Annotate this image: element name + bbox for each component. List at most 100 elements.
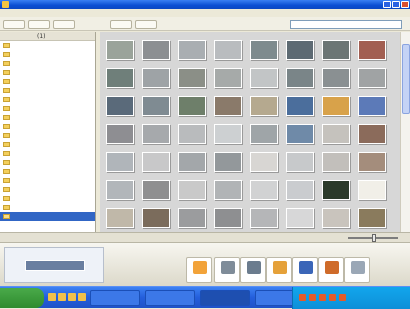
photo-thumbnail[interactable] <box>358 96 386 116</box>
scrollbar-thumb[interactable] <box>402 44 410 114</box>
photo-thumbnail[interactable] <box>106 40 134 60</box>
menu-item[interactable] <box>163 10 185 16</box>
vertical-scrollbar[interactable] <box>400 32 410 232</box>
tray-button[interactable] <box>318 257 344 283</box>
photo-thumbnail[interactable] <box>106 152 134 172</box>
photo-thumbnail[interactable] <box>286 40 314 60</box>
minimize-button[interactable] <box>383 1 391 8</box>
toolbar-button[interactable] <box>135 20 157 29</box>
folder-item[interactable] <box>0 86 95 95</box>
photo-thumbnail[interactable] <box>250 208 278 228</box>
photo-thumbnail[interactable] <box>178 68 206 88</box>
toolbar-button[interactable] <box>53 20 75 29</box>
tray-icon[interactable] <box>329 294 336 301</box>
tray-button[interactable] <box>240 257 266 283</box>
photo-thumbnail[interactable] <box>286 96 314 116</box>
folder-item[interactable] <box>0 185 95 194</box>
folder-item[interactable] <box>0 59 95 68</box>
photo-thumbnail[interactable] <box>286 180 314 200</box>
tray-icon[interactable] <box>319 294 326 301</box>
photo-thumbnail[interactable] <box>286 208 314 228</box>
close-button[interactable] <box>401 1 409 8</box>
folder-item[interactable] <box>0 50 95 59</box>
folder-item[interactable] <box>0 122 95 131</box>
quicklaunch-icon[interactable] <box>78 293 86 301</box>
quicklaunch-icon[interactable] <box>68 293 76 301</box>
photo-thumbnail[interactable] <box>178 180 206 200</box>
photo-thumbnail[interactable] <box>214 152 242 172</box>
menu-item[interactable] <box>35 10 57 16</box>
menu-item[interactable] <box>195 10 217 16</box>
photo-thumbnail[interactable] <box>322 124 350 144</box>
maximize-button[interactable] <box>392 1 400 8</box>
photo-thumbnail[interactable] <box>250 96 278 116</box>
folder-item[interactable] <box>0 77 95 86</box>
photo-thumbnail[interactable] <box>142 152 170 172</box>
photo-thumbnail[interactable] <box>250 68 278 88</box>
photo-thumbnail[interactable] <box>214 180 242 200</box>
photo-thumbnail[interactable] <box>214 208 242 228</box>
folder-item[interactable] <box>0 167 95 176</box>
photo-thumbnail[interactable] <box>358 208 386 228</box>
folder-item[interactable] <box>0 113 95 122</box>
folder-item[interactable] <box>0 41 95 50</box>
photo-thumbnail[interactable] <box>322 152 350 172</box>
photo-thumbnail[interactable] <box>106 208 134 228</box>
menu-item[interactable] <box>3 10 25 16</box>
folder-item[interactable] <box>0 68 95 77</box>
folder-item[interactable] <box>0 149 95 158</box>
photo-thumbnail[interactable] <box>250 180 278 200</box>
tray-button[interactable] <box>266 257 292 283</box>
photo-thumbnail[interactable] <box>178 40 206 60</box>
tray-icon[interactable] <box>309 294 316 301</box>
photo-thumbnail[interactable] <box>142 96 170 116</box>
menu-item[interactable] <box>67 10 89 16</box>
photo-thumbnail[interactable] <box>358 68 386 88</box>
photo-thumbnail[interactable] <box>106 180 134 200</box>
photo-thumbnail[interactable] <box>250 124 278 144</box>
photo-thumbnail[interactable] <box>106 96 134 116</box>
quicklaunch-icon[interactable] <box>48 293 56 301</box>
photo-thumbnail[interactable] <box>178 96 206 116</box>
photo-thumbnail[interactable] <box>286 152 314 172</box>
tray-preview-item[interactable] <box>25 260 85 271</box>
toolbar-button[interactable] <box>3 20 25 29</box>
photo-thumbnail[interactable] <box>322 208 350 228</box>
photo-thumbnail[interactable] <box>322 40 350 60</box>
photo-thumbnail[interactable] <box>322 96 350 116</box>
menu-item[interactable] <box>227 10 249 16</box>
toolbar-button[interactable] <box>110 20 132 29</box>
search-input[interactable] <box>290 20 402 29</box>
photo-thumbnail[interactable] <box>178 152 206 172</box>
folder-item[interactable] <box>0 104 95 113</box>
zoom-slider-handle[interactable] <box>372 234 376 242</box>
photo-thumbnail[interactable] <box>214 40 242 60</box>
taskbar-button-active[interactable] <box>200 290 250 306</box>
folder-item[interactable] <box>0 131 95 140</box>
toolbar-button[interactable] <box>28 20 50 29</box>
tray-icon[interactable] <box>299 294 306 301</box>
folder-item[interactable] <box>0 95 95 104</box>
folder-item[interactable] <box>0 140 95 149</box>
photo-thumbnail[interactable] <box>322 180 350 200</box>
photo-thumbnail[interactable] <box>106 68 134 88</box>
photo-thumbnail[interactable] <box>286 68 314 88</box>
folder-item[interactable] <box>0 176 95 185</box>
photo-thumbnail[interactable] <box>214 124 242 144</box>
menu-item[interactable] <box>259 10 281 16</box>
taskbar-button[interactable] <box>90 290 140 306</box>
tray-button[interactable] <box>344 257 370 283</box>
quicklaunch-icon[interactable] <box>58 293 66 301</box>
tray-button[interactable] <box>214 257 240 283</box>
taskbar-button[interactable] <box>145 290 195 306</box>
photo-thumbnail[interactable] <box>142 180 170 200</box>
folder-item[interactable] <box>0 158 95 167</box>
photo-thumbnail[interactable] <box>142 40 170 60</box>
photo-thumbnail[interactable] <box>214 96 242 116</box>
tray-button[interactable] <box>186 257 212 283</box>
menu-item[interactable] <box>99 10 121 16</box>
photo-thumbnail[interactable] <box>358 40 386 60</box>
photo-thumbnail[interactable] <box>322 68 350 88</box>
photo-thumbnail[interactable] <box>358 180 386 200</box>
photo-thumbnail[interactable] <box>142 124 170 144</box>
